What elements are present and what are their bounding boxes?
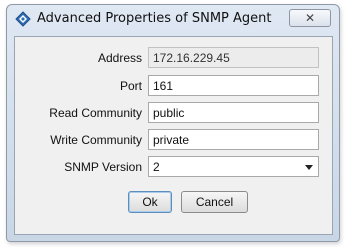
port-field[interactable]: 161	[148, 75, 319, 96]
read-community-label: Read Community	[49, 106, 142, 120]
button-bar: Ok Cancel	[15, 191, 332, 215]
snmp-version-row: SNMP Version 2	[15, 156, 332, 177]
read-community-field[interactable]: public	[148, 102, 319, 123]
cancel-button[interactable]: Cancel	[181, 191, 248, 213]
port-row: Port 161	[15, 75, 332, 96]
port-label: Port	[119, 79, 142, 93]
dropdown-arrow-icon[interactable]	[305, 165, 313, 170]
write-community-row: Write Community private	[15, 129, 332, 150]
close-icon: ✕	[304, 11, 316, 25]
close-button[interactable]: ✕	[289, 9, 331, 27]
snmp-version-value: 2	[153, 160, 160, 174]
snmp-version-label: SNMP Version	[64, 160, 142, 174]
title-bar[interactable]: Advanced Properties of SNMP Agent ✕	[7, 5, 339, 33]
snmp-version-select[interactable]: 2	[148, 156, 319, 177]
write-community-label: Write Community	[50, 133, 142, 147]
ok-button[interactable]: Ok	[128, 191, 172, 213]
dialog-window: Advanced Properties of SNMP Agent ✕ Addr…	[6, 4, 340, 242]
diamond-agent-icon	[15, 11, 31, 27]
write-community-field[interactable]: private	[148, 129, 319, 150]
read-community-row: Read Community public	[15, 102, 332, 123]
address-row: Address 172.16.229.45	[15, 47, 332, 68]
dialog-body: Address 172.16.229.45 Port 161 Read Comm…	[14, 36, 333, 235]
address-label: Address	[97, 51, 142, 65]
window-title: Advanced Properties of SNMP Agent	[37, 11, 272, 26]
address-field: 172.16.229.45	[148, 47, 319, 68]
